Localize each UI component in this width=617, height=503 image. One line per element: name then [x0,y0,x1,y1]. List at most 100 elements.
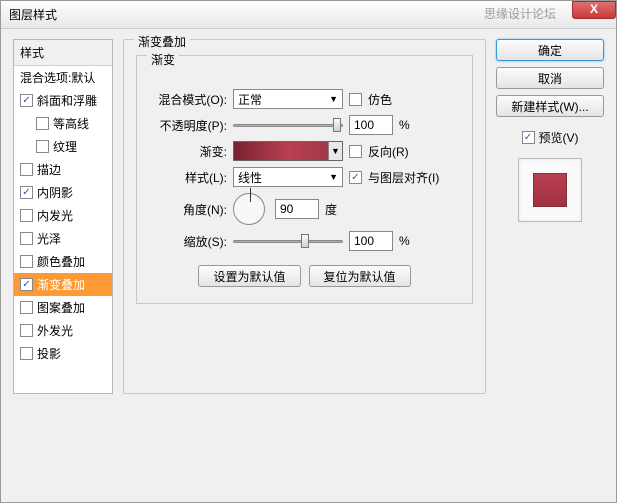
gradient-row: 渐变: ▼ 反向(R) [149,141,460,161]
new-style-button[interactable]: 新建样式(W)... [496,95,604,117]
style-item-pattern-overlay[interactable]: 图案叠加 [14,296,112,319]
scale-label: 缩放(S): [149,233,227,250]
style-item-contour[interactable]: 等高线 [14,112,112,135]
style-item-color-overlay[interactable]: 颜色叠加 [14,250,112,273]
checkbox-icon[interactable] [20,186,33,199]
style-label: 投影 [37,345,61,362]
chevron-down-icon[interactable]: ▼ [328,142,342,160]
angle-input[interactable]: 90 [275,199,319,219]
titlebar: 图层样式 思缘设计论坛 X [1,1,616,29]
style-item-texture[interactable]: 纹理 [14,135,112,158]
checkbox-icon[interactable] [36,117,49,130]
scale-row: 缩放(S): 100 % [149,231,460,251]
preview-swatch [533,173,567,207]
layer-style-dialog: 图层样式 思缘设计论坛 X 样式 混合选项:默认 斜面和浮雕 等高线 [0,0,617,503]
default-buttons-row: 设置为默认值 复位为默认值 [149,265,460,287]
angle-indicator [250,188,251,202]
blend-mode-dropdown[interactable]: 正常 ▼ [233,89,343,109]
styles-header[interactable]: 样式 [14,40,112,66]
style-label: 纹理 [53,138,77,155]
dither-checkbox[interactable] [349,93,362,106]
style-label: 等高线 [53,115,89,132]
dropdown-value: 线性 [238,169,262,186]
checkbox-icon[interactable] [20,232,33,245]
styles-list: 样式 混合选项:默认 斜面和浮雕 等高线 纹理 描 [13,39,113,394]
settings-panel: 渐变叠加 渐变 混合模式(O): 正常 ▼ 仿色 不透明度(P): [123,39,486,492]
slider-thumb[interactable] [333,118,341,132]
style-dropdown[interactable]: 线性 ▼ [233,167,343,187]
section-title: 渐变 [147,51,179,68]
checkbox-icon[interactable] [20,324,33,337]
close-button[interactable]: X [572,1,616,19]
blend-mode-label: 混合模式(O): [149,91,227,108]
style-item-inner-shadow[interactable]: 内阴影 [14,181,112,204]
blending-options-label: 混合选项:默认 [20,69,95,86]
preview-checkbox[interactable] [522,131,535,144]
reverse-checkbox[interactable] [349,145,362,158]
styles-panel: 样式 混合选项:默认 斜面和浮雕 等高线 纹理 描 [13,39,113,492]
style-label: 光泽 [37,230,61,247]
checkbox-icon[interactable] [20,163,33,176]
slider-track [233,240,343,243]
style-row: 样式(L): 线性 ▼ 与图层对齐(I) [149,167,460,187]
checkbox-icon[interactable] [20,209,33,222]
opacity-input[interactable]: 100 [349,115,393,135]
gradient-section: 渐变 混合模式(O): 正常 ▼ 仿色 不透明度(P): [136,55,473,304]
style-label: 内发光 [37,207,73,224]
action-panel: 确定 取消 新建样式(W)... 预览(V) [496,39,604,492]
style-item-stroke[interactable]: 描边 [14,158,112,181]
blend-mode-row: 混合模式(O): 正常 ▼ 仿色 [149,89,460,109]
style-label: 渐变叠加 [37,276,85,293]
angle-dial[interactable] [233,193,265,225]
reverse-label: 反向(R) [368,143,409,160]
cancel-button[interactable]: 取消 [496,67,604,89]
ok-button[interactable]: 确定 [496,39,604,61]
style-label: 内阴影 [37,184,73,201]
scale-input[interactable]: 100 [349,231,393,251]
preview-box [518,158,582,222]
opacity-label: 不透明度(P): [149,117,227,134]
angle-row: 角度(N): 90 度 [149,193,460,225]
style-label: 外发光 [37,322,73,339]
opacity-row: 不透明度(P): 100 % [149,115,460,135]
style-item-outer-glow[interactable]: 外发光 [14,319,112,342]
checkbox-icon[interactable] [20,255,33,268]
checkbox-icon[interactable] [20,347,33,360]
slider-thumb[interactable] [301,234,309,248]
reset-default-button[interactable]: 复位为默认值 [309,265,411,287]
align-checkbox[interactable] [349,171,362,184]
percent-unit: % [399,234,417,248]
style-label: 图案叠加 [37,299,85,316]
style-item-gradient-overlay[interactable]: 渐变叠加 [14,273,112,296]
checkbox-icon[interactable] [20,278,33,291]
percent-unit: % [399,118,417,132]
gradient-label: 渐变: [149,143,227,160]
style-item-inner-glow[interactable]: 内发光 [14,204,112,227]
dialog-body: 样式 混合选项:默认 斜面和浮雕 等高线 纹理 描 [1,29,616,502]
preview-label: 预览(V) [539,129,579,146]
checkbox-icon[interactable] [20,94,33,107]
gradient-overlay-fieldset: 渐变叠加 渐变 混合模式(O): 正常 ▼ 仿色 不透明度(P): [123,39,486,394]
style-label: 样式(L): [149,169,227,186]
opacity-slider[interactable] [233,116,343,134]
style-label: 描边 [37,161,61,178]
gradient-picker[interactable]: ▼ [233,141,343,161]
slider-track [233,124,343,127]
degree-unit: 度 [325,201,343,218]
checkbox-icon[interactable] [36,140,49,153]
style-item-drop-shadow[interactable]: 投影 [14,342,112,365]
checkbox-icon[interactable] [20,301,33,314]
style-item-bevel[interactable]: 斜面和浮雕 [14,89,112,112]
blending-options-item[interactable]: 混合选项:默认 [14,66,112,89]
style-label: 斜面和浮雕 [37,92,97,109]
angle-label: 角度(N): [149,201,227,218]
set-default-button[interactable]: 设置为默认值 [198,265,300,287]
style-item-satin[interactable]: 光泽 [14,227,112,250]
fieldset-title: 渐变叠加 [134,33,190,50]
style-label: 颜色叠加 [37,253,85,270]
dither-label: 仿色 [368,91,392,108]
chevron-down-icon: ▼ [329,94,338,104]
chevron-down-icon: ▼ [329,172,338,182]
watermark: 思缘设计论坛 [484,8,556,21]
scale-slider[interactable] [233,232,343,250]
